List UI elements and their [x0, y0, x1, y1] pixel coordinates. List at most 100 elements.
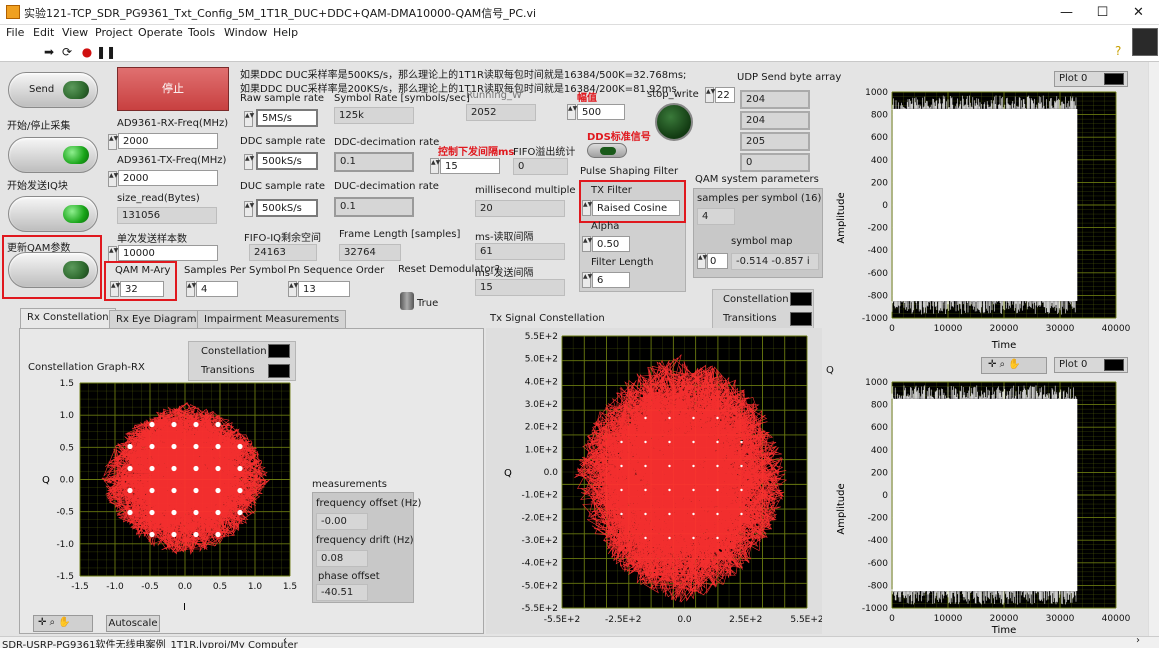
- run-arrow-icon[interactable]: ➡: [42, 45, 56, 59]
- filter-length-input[interactable]: 6: [592, 272, 630, 288]
- symbol-point: [668, 416, 671, 420]
- ddc-decim-value: 0.1: [334, 152, 414, 172]
- menu-operate[interactable]: Operate: [138, 26, 183, 39]
- udp-index-input[interactable]: 22: [715, 87, 735, 103]
- tx-filter-select[interactable]: Raised Cosine: [592, 200, 680, 216]
- raw-rate-input[interactable]: 5MS/s: [256, 109, 318, 127]
- vertical-scrollbar[interactable]: [1148, 62, 1159, 636]
- close-button[interactable]: ✕: [1121, 0, 1156, 25]
- samples-per-send-input[interactable]: 10000: [118, 245, 218, 261]
- waveform-i-graph[interactable]: 1000 800 600 400 200 0 -200 -400 -600 -800 -1000 0…: [826, 88, 1146, 353]
- samples-per-symbol-spin[interactable]: ▲▼: [186, 281, 196, 297]
- tx-legend-constellation-swatch[interactable]: [790, 292, 812, 306]
- rx-constellation-title: Constellation Graph-RX: [28, 362, 145, 373]
- alpha-spin[interactable]: ▲▼: [582, 236, 592, 252]
- rx-constellation-graph[interactable]: 1.5 1.0 0.5 0.0 -0.5 -1.0 -1.5 -1.5 -1.0 -0.5 0.0…: [30, 378, 310, 613]
- horizontal-scrollbar[interactable]: SDR-USRP-PG9361软件无线电案例_1T1R.lvproj/My Co…: [0, 635, 1159, 648]
- tx-y-axis-label: Q: [504, 468, 512, 479]
- tx-legend: Constellation Transitions: [712, 289, 814, 329]
- toggle-button-3[interactable]: [8, 196, 98, 232]
- menu-window[interactable]: Window: [224, 26, 267, 39]
- y-tick-label: 400: [871, 446, 888, 456]
- abort-icon[interactable]: ●: [80, 45, 94, 59]
- send-interval-label: 控制下发间隔ms: [438, 147, 515, 158]
- dds-toggle[interactable]: [587, 143, 627, 158]
- pn-order-input[interactable]: 13: [298, 281, 350, 297]
- amplitude-spin[interactable]: ▲▼: [567, 104, 577, 120]
- tx-freq-input[interactable]: 2000: [118, 170, 218, 186]
- raw-rate-spin[interactable]: ▲▼: [244, 111, 254, 127]
- alpha-input[interactable]: 0.50: [592, 236, 630, 252]
- scroll-right-icon[interactable]: ›: [1136, 635, 1140, 646]
- menu-view[interactable]: View: [62, 26, 88, 39]
- autoscale-button[interactable]: Autoscale: [106, 615, 160, 632]
- rx-legend-transitions-swatch[interactable]: [268, 364, 290, 378]
- send-interval-spin[interactable]: ▲▼: [430, 158, 440, 174]
- menu-file[interactable]: File: [6, 26, 24, 39]
- send-iq-led: [63, 146, 89, 164]
- rx-legend-constellation-swatch[interactable]: [268, 344, 290, 358]
- waveform-q-plot-legend[interactable]: Plot 0: [1054, 357, 1128, 373]
- scroll-left-icon[interactable]: ‹: [283, 635, 287, 646]
- maximize-button[interactable]: ☐: [1085, 0, 1120, 25]
- symbol-point: [237, 443, 243, 450]
- send-iq-button[interactable]: [8, 137, 98, 173]
- ddc-rate-input[interactable]: 500kS/s: [256, 152, 318, 170]
- tab-rx-eye-diagram[interactable]: Rx Eye Diagram: [109, 310, 204, 330]
- tab-impairment-measurements[interactable]: Impairment Measurements: [197, 310, 347, 330]
- waveform-i-plot-legend[interactable]: Plot 0: [1054, 71, 1128, 87]
- symbol-map-spin[interactable]: ▲▼: [697, 253, 707, 269]
- pn-order-spin[interactable]: ▲▼: [288, 281, 298, 297]
- waveform-q-graph[interactable]: 1000 800 600 400 200 0 -200 -400 -600 -800 -1000 0…: [826, 374, 1146, 636]
- menu-help[interactable]: Help: [273, 26, 298, 39]
- y-tick-label: -5.0E+2: [521, 581, 558, 591]
- rx-freq-input[interactable]: 2000: [118, 133, 218, 149]
- menu-tools[interactable]: Tools: [188, 26, 215, 39]
- udp-value-3: 0: [740, 153, 810, 172]
- menu-project[interactable]: Project: [95, 26, 133, 39]
- tx-freq-spin[interactable]: ▲▼: [108, 171, 118, 187]
- running-w-value: 2052: [466, 104, 536, 121]
- y-tick-label: 600: [871, 423, 888, 433]
- amplitude-input[interactable]: 500: [577, 104, 625, 120]
- symbol-map-value: -0.514 -0.857 i: [731, 253, 819, 270]
- y-tick-label: 200: [871, 468, 888, 478]
- tx-legend-transitions-swatch[interactable]: [790, 312, 812, 326]
- duc-rate-input[interactable]: 500kS/s: [256, 199, 318, 217]
- symbol-point: [620, 512, 623, 516]
- samples-per-send-spin[interactable]: ▲▼: [108, 246, 118, 262]
- symbol-point: [692, 440, 695, 444]
- filter-length-spin[interactable]: ▲▼: [582, 272, 592, 288]
- ddc-rate-spin[interactable]: ▲▼: [244, 154, 254, 170]
- reset-demod-switch[interactable]: [400, 292, 414, 310]
- rx-graph-tools[interactable]: ✛ ⌕ ✋: [33, 615, 93, 632]
- duc-rate-spin[interactable]: ▲▼: [244, 201, 254, 217]
- run-continuous-icon[interactable]: ⟳: [60, 45, 74, 59]
- x-tick-label: 0.0: [178, 582, 193, 592]
- tx-constellation-graph[interactable]: 5.5E+2 5.0E+2 4.0E+2 3.0E+2 2.0E+2 1.0E+2 0.0 -…: [486, 328, 822, 634]
- send-button[interactable]: Send: [8, 72, 98, 108]
- menu-edit[interactable]: Edit: [33, 26, 54, 39]
- udp-index-spin[interactable]: ▲▼: [705, 87, 715, 103]
- rx-freq-label: AD9361-RX-Freq(MHz): [117, 118, 229, 129]
- help-icon[interactable]: ?: [1115, 44, 1121, 58]
- waveform-q-tools[interactable]: ✛ ⌕ ✋: [981, 357, 1047, 374]
- stop-write-led[interactable]: [655, 103, 693, 141]
- fifo-remaining-value: 24163: [249, 244, 317, 261]
- symbol-map-index[interactable]: 0: [707, 253, 728, 269]
- fifo-overflow-value: 0: [513, 158, 568, 175]
- freq-offset-value: -0.00: [316, 513, 368, 530]
- stop-button[interactable]: 停止: [117, 67, 229, 111]
- qam-mary-input[interactable]: 32: [120, 281, 164, 297]
- x-tick-label: 30000: [1046, 614, 1075, 624]
- tab-rx-constellation[interactable]: Rx Constellation: [20, 308, 116, 328]
- pause-icon[interactable]: ❚❚: [96, 45, 116, 59]
- fifo-overflow-label: FIFO溢出统计: [513, 147, 576, 158]
- send-interval-input[interactable]: 15: [440, 158, 500, 174]
- tx-filter-spin[interactable]: ▲▼: [582, 200, 592, 216]
- samples-per-symbol-input[interactable]: 4: [196, 281, 238, 297]
- rx-freq-spin[interactable]: ▲▼: [108, 134, 118, 150]
- update-qam-button[interactable]: [8, 252, 98, 288]
- minimize-button[interactable]: —: [1049, 0, 1084, 25]
- qam-mary-spin[interactable]: ▲▼: [110, 281, 120, 297]
